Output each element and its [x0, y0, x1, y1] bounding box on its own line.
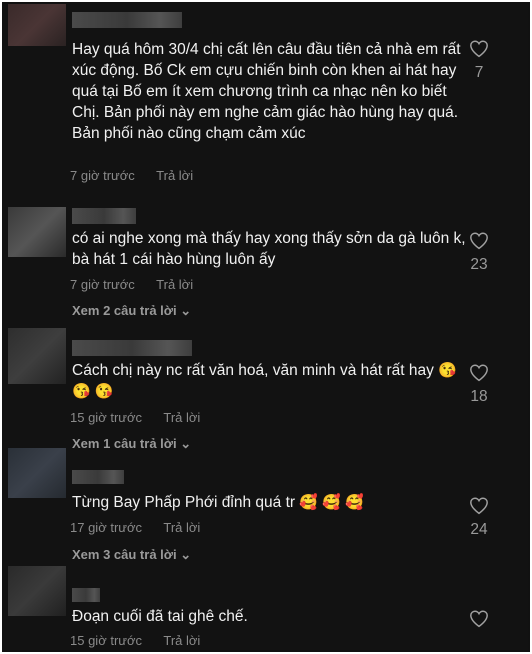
- reply-button[interactable]: Trả lời: [163, 520, 200, 535]
- avatar[interactable]: [8, 448, 66, 498]
- comment-text: Hay quá hôm 30/4 chị cất lên câu đầu tiê…: [72, 41, 461, 142]
- comment-body: Từng Bay Phấp Phới đỉnh quá tr: [72, 494, 296, 511]
- avatar[interactable]: [8, 328, 66, 384]
- username[interactable]: [72, 12, 182, 28]
- comment-text: Cách chị này nc rất văn hoá, văn minh và…: [72, 360, 467, 402]
- heart-outline-icon: [470, 497, 488, 515]
- comment-time: 7 giờ trước: [70, 168, 135, 183]
- avatar[interactable]: [8, 207, 66, 257]
- comments-panel: Hay quá hôm 30/4 chị cất lên câu đầu tiê…: [2, 2, 530, 652]
- comment-meta: 15 giờ trước Trả lời: [70, 633, 218, 648]
- like-count: 23: [470, 256, 488, 273]
- reply-button[interactable]: Trả lời: [156, 168, 193, 183]
- heart-outline-icon: [470, 364, 488, 382]
- avatar[interactable]: [8, 566, 66, 616]
- like-count: 7: [474, 64, 484, 81]
- like-button[interactable]: 24: [464, 497, 494, 539]
- view-replies-label: Xem 1 câu trả lời: [72, 436, 177, 451]
- username[interactable]: [72, 340, 192, 356]
- chevron-down-icon: ⌄: [180, 303, 192, 318]
- like-count: 24: [470, 521, 488, 538]
- heart-outline-icon: [470, 610, 488, 628]
- reply-button[interactable]: Trả lời: [163, 410, 200, 425]
- comment-time: 15 giờ trước: [70, 633, 142, 648]
- like-button[interactable]: 23: [464, 232, 494, 274]
- smiling-hearts-emoji: 🥰 🥰 🥰: [299, 494, 364, 511]
- heart-outline-icon: [470, 40, 488, 58]
- comment-meta: 17 giờ trước Trả lời: [70, 520, 218, 535]
- like-button[interactable]: 18: [464, 364, 494, 406]
- chevron-down-icon: ⌄: [180, 436, 192, 451]
- chevron-down-icon: ⌄: [180, 547, 192, 562]
- like-button[interactable]: [464, 610, 494, 634]
- reply-button[interactable]: Trả lời: [163, 633, 200, 648]
- like-button[interactable]: 7: [464, 40, 494, 82]
- view-replies-button[interactable]: Xem 3 câu trả lời ⌄: [72, 547, 191, 563]
- username[interactable]: [72, 208, 136, 224]
- heart-outline-icon: [470, 232, 488, 250]
- comment-meta: 7 giờ trước Trả lời: [70, 168, 211, 183]
- comment-meta: 15 giờ trước Trả lời: [70, 410, 218, 425]
- username[interactable]: [72, 470, 124, 484]
- view-replies-button[interactable]: Xem 2 câu trả lời ⌄: [72, 303, 191, 319]
- view-replies-label: Xem 3 câu trả lời: [72, 547, 177, 562]
- username[interactable]: [72, 588, 100, 602]
- like-count: 18: [470, 388, 488, 405]
- avatar[interactable]: [8, 4, 66, 46]
- comment-text: có ai nghe xong mà thấy hay xong thấy sở…: [72, 230, 466, 268]
- comment-text: Đoạn cuối đã tai ghê chế.: [72, 608, 248, 625]
- view-replies-button[interactable]: Xem 1 câu trả lời ⌄: [72, 436, 191, 452]
- comment-body: Cách chị này nc rất văn hoá, văn minh và…: [72, 362, 434, 379]
- comment-time: 17 giờ trước: [70, 520, 142, 535]
- comment-meta: 7 giờ trước Trả lời: [70, 277, 211, 292]
- comment-text: Từng Bay Phấp Phới đỉnh quá tr 🥰 🥰 🥰: [72, 492, 467, 513]
- reply-button[interactable]: Trả lời: [156, 277, 193, 292]
- comment-time: 7 giờ trước: [70, 277, 135, 292]
- comment-time: 15 giờ trước: [70, 410, 142, 425]
- view-replies-label: Xem 2 câu trả lời: [72, 303, 177, 318]
